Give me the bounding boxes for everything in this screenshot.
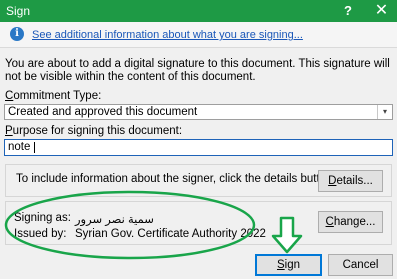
sign-accel: S [276,259,285,271]
details-info-text: To include information about the signer,… [16,173,336,185]
title-bar: Sign ? ✕ [0,0,397,22]
window-title: Sign [6,4,31,18]
commitment-type-select[interactable]: Created and approved this document ▾ [4,104,393,120]
sign-button-text: ign [284,259,301,271]
close-button[interactable]: ✕ [366,0,397,22]
issued-by-value: Syrian Gov. Certificate Authority 2022 [75,228,266,240]
signing-as-label: Signing as: [14,212,71,224]
help-button[interactable]: ? [336,0,360,22]
purpose-input[interactable]: note [4,139,393,156]
commitment-type-label-text: ommitment Type: [13,90,102,102]
intro-text: You are about to add a digital signature… [5,58,390,83]
cancel-button[interactable]: Cancel [328,254,393,276]
purpose-accel: P [5,125,13,137]
change-button[interactable]: Change... [318,211,383,233]
commitment-type-label: Commitment Type: [5,90,101,102]
purpose-value: note [8,141,31,153]
chevron-down-icon[interactable]: ▾ [377,105,392,119]
issued-by-label: Issued by: [14,228,67,240]
commitment-type-value: Created and approved this document [8,106,198,118]
purpose-label-text: urpose for signing this document: [12,125,183,137]
info-icon: i [10,27,24,41]
text-caret [34,142,35,153]
change-button-text: hange... [333,216,376,228]
signing-as-value: سمية نصر سرور [75,214,154,226]
details-button-text: etails... [336,175,373,187]
change-accel: C [325,216,334,228]
additional-info-link[interactable]: See additional information about what yo… [32,29,303,41]
details-button[interactable]: Details... [318,170,383,192]
purpose-label: Purpose for signing this document: [5,125,182,137]
sign-button[interactable]: Sign [255,254,322,276]
info-bar: i See additional information about what … [0,22,397,48]
